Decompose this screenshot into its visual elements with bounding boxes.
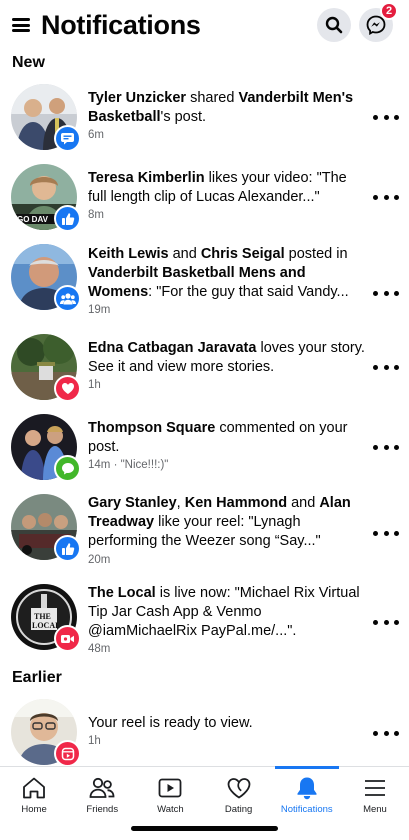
- notification-time: 19m: [88, 304, 111, 316]
- section-earlier-label: Earlier: [12, 669, 62, 686]
- more-options-icon[interactable]: [373, 728, 399, 738]
- dating-icon: [227, 778, 250, 799]
- notification-time: 8m: [88, 209, 104, 221]
- tab-label: Menu: [363, 804, 387, 815]
- notification-text: Gary Stanley, Ken Hammond and Alan Tread…: [88, 494, 366, 551]
- notification-text: Thompson Square commented on your post.: [88, 419, 366, 457]
- more-options-icon[interactable]: [373, 528, 399, 538]
- like-badge-icon: [61, 212, 74, 225]
- notification-text: Tyler Unzicker shared Vanderbilt Men's B…: [88, 89, 366, 127]
- notification-time: 48m: [88, 643, 111, 655]
- notification-text: Edna Catbagan Jaravata loves your story.…: [88, 339, 366, 377]
- like-type-badge: [54, 535, 81, 562]
- love-type-badge: [54, 375, 81, 402]
- more-options-icon[interactable]: [373, 362, 399, 372]
- home-indicator: [131, 826, 278, 831]
- bottom-tab-bar: Home Friends Watch Dating Notifications …: [0, 766, 409, 820]
- avatar-container[interactable]: [11, 244, 81, 312]
- live-video-badge-icon: [61, 634, 74, 643]
- tab-label: Dating: [224, 804, 253, 815]
- search-button[interactable]: [317, 8, 351, 42]
- actor-name: Thompson Square: [88, 420, 216, 436]
- tab-home[interactable]: Home: [0, 767, 68, 820]
- notification-time: 1h: [88, 379, 101, 391]
- share-type-badge: [54, 125, 81, 152]
- avatar-container[interactable]: [11, 699, 81, 767]
- reel-type-badge: [54, 740, 81, 767]
- group-type-badge: [54, 285, 81, 312]
- messenger-button[interactable]: 2: [359, 2, 398, 42]
- tab-menu[interactable]: Menu: [341, 767, 409, 820]
- notification-time: 6m: [88, 129, 104, 141]
- comment-type-badge: [54, 455, 81, 482]
- tab-watch[interactable]: Watch: [136, 767, 204, 820]
- notification-message: posted in: [284, 246, 348, 262]
- avatar-container[interactable]: GO DAV: [11, 164, 81, 232]
- avatar-container[interactable]: THE LOCAL: [11, 584, 81, 652]
- notification-time: 20m: [88, 554, 111, 566]
- more-options-icon[interactable]: [373, 442, 399, 452]
- actor-name: Ken Hammond: [184, 495, 288, 511]
- tab-label: Home: [21, 804, 47, 815]
- actor-name: Gary Stanley: [88, 495, 177, 511]
- tab-label: Friends: [86, 804, 119, 815]
- notification-text: Keith Lewis and Chris Seigal posted in V…: [88, 245, 366, 302]
- more-options-icon[interactable]: [373, 288, 399, 298]
- bell-icon: [297, 777, 317, 800]
- watch-icon: [159, 778, 182, 798]
- tab-dating[interactable]: Dating: [205, 767, 273, 820]
- app-header: Notifications 2: [0, 0, 409, 50]
- actor-name: The Local: [88, 585, 156, 601]
- avatar-container[interactable]: [11, 84, 81, 152]
- messenger-count-badge: 2: [380, 2, 398, 20]
- page-title: Notifications: [41, 9, 201, 40]
- notification-time: 14m · "Nice!!!:)": [88, 459, 169, 471]
- notification-text: The Local is live now: "Michael Rix Virt…: [88, 584, 366, 641]
- hamburger-icon[interactable]: [12, 18, 30, 32]
- friends-icon: [89, 777, 115, 798]
- notification-text: Your reel is ready to view.: [88, 714, 366, 733]
- tab-label: Watch: [157, 804, 184, 815]
- notification-message: : "For the guy that said Vandy...: [148, 284, 349, 300]
- section-new-label: New: [12, 54, 45, 71]
- notification-message: ,: [176, 495, 185, 511]
- svg-text:GO DAV: GO DAV: [17, 215, 49, 224]
- notification-message: 's post.: [160, 109, 207, 125]
- tab-label: Notifications: [280, 804, 333, 815]
- more-options-icon[interactable]: [373, 192, 399, 202]
- search-icon: [325, 16, 343, 34]
- tab-friends[interactable]: Friends: [68, 767, 136, 820]
- notification-time: 1h: [88, 735, 101, 747]
- group-badge-icon: [59, 293, 76, 305]
- more-options-icon[interactable]: [373, 112, 399, 122]
- actor-name: Teresa Kimberlin: [88, 170, 205, 186]
- actor-name: Edna Catbagan Jaravata: [88, 340, 257, 356]
- notification-text: Teresa Kimberlin likes your video: "The …: [88, 169, 366, 207]
- actor-name: Keith Lewis: [88, 246, 169, 262]
- svg-text:THE: THE: [34, 612, 51, 621]
- avatar-container[interactable]: [11, 494, 81, 562]
- avatar-container[interactable]: [11, 414, 81, 482]
- actor-name: Chris Seigal: [200, 246, 285, 262]
- avatar-container[interactable]: [11, 334, 81, 402]
- comment-badge-icon: [61, 463, 74, 475]
- share-badge-icon: [61, 133, 74, 145]
- like-type-badge: [54, 205, 81, 232]
- more-options-icon[interactable]: [373, 617, 399, 627]
- notification-message: and: [287, 495, 320, 511]
- notification-message: shared: [186, 90, 239, 106]
- live-type-badge: [54, 625, 81, 652]
- svg-text:LOCAL: LOCAL: [32, 621, 60, 630]
- heart-badge-icon: [61, 383, 74, 394]
- reel-badge-icon: [61, 747, 74, 760]
- notification-message: Your reel is ready to view.: [88, 715, 253, 731]
- notification-message: and: [168, 246, 201, 262]
- home-icon: [23, 777, 45, 799]
- actor-name: Tyler Unzicker: [88, 90, 187, 106]
- tab-notifications[interactable]: Notifications: [273, 766, 341, 820]
- like-badge-icon: [61, 542, 74, 555]
- menu-icon: [364, 780, 385, 796]
